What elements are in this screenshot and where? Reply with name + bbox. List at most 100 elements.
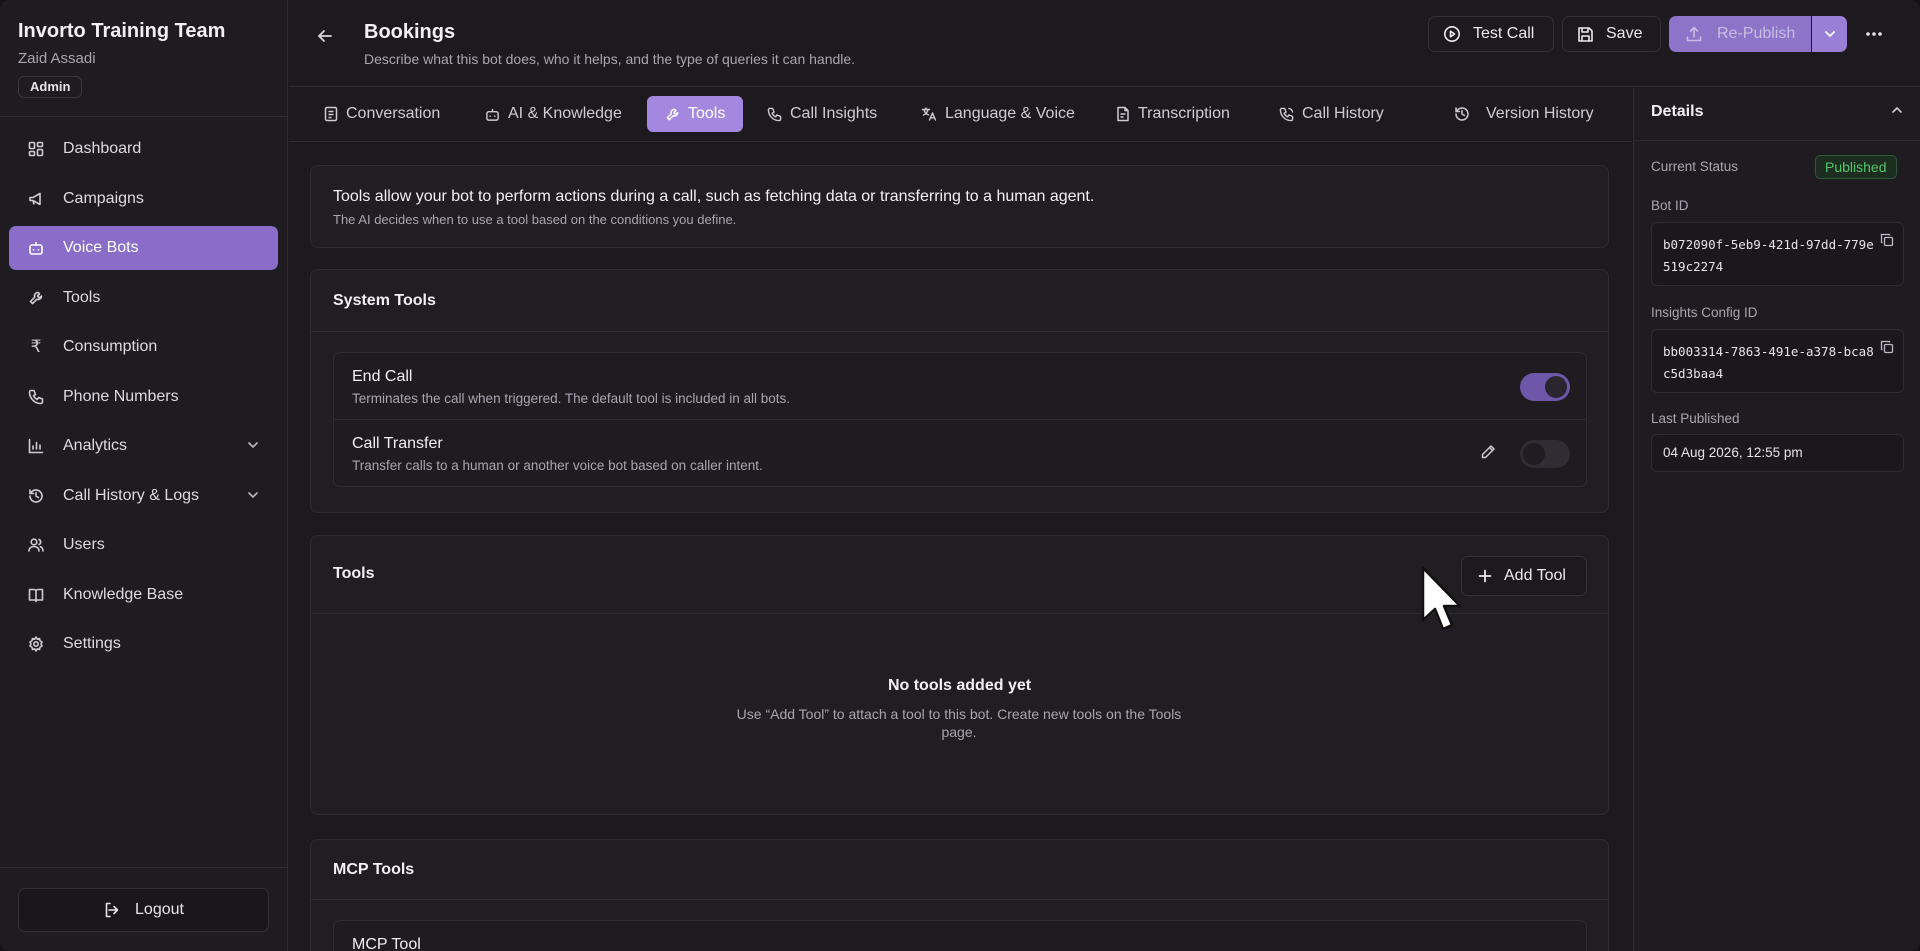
tab-conversation[interactable]: Conversation [324,96,440,132]
grid-icon [27,140,45,158]
save-button[interactable]: Save [1562,16,1661,52]
last-published-label: Last Published [1651,411,1740,426]
sidebar-item-label: Users [63,536,105,553]
sidebar-item-label: Consumption [63,338,158,355]
end-call-toggle[interactable] [1520,373,1570,401]
toggle-knob [1545,376,1567,398]
wrench-icon [665,107,680,122]
card-divider [311,899,1608,900]
sidebar-item-call-history-logs[interactable]: Call History & Logs [9,474,278,518]
status-label: Current Status [1651,159,1739,174]
sidebar-item-consumption[interactable]: ₹ Consumption [9,325,278,369]
toggle-knob [1523,443,1545,465]
edit-call-transfer-button[interactable] [1480,444,1496,460]
last-published-field: 04 Aug 2026, 12:55 pm [1651,434,1904,472]
sidebar-item-tools[interactable]: Tools [9,276,278,320]
sidebar-item-label: Campaigns [63,190,144,207]
mcp-tool-row: MCP Tool [333,920,1587,951]
tab-transcription[interactable]: Transcription [1116,96,1230,132]
chevron-down-icon [246,488,260,507]
more-options-button[interactable] [1862,22,1886,46]
pencil-icon [1481,445,1495,459]
sidebar-item-campaigns[interactable]: Campaigns [9,177,278,221]
megaphone-icon [27,190,45,208]
tool-description: Transfer calls to a human or another voi… [352,458,763,473]
users-icon [27,536,45,554]
last-published-value: 04 Aug 2026, 12:55 pm [1663,445,1803,460]
sidebar-item-settings[interactable]: Settings [9,622,278,666]
collapse-details-button[interactable] [1890,103,1904,117]
empty-state-title: No tools added yet [887,677,1032,694]
add-tool-button[interactable]: Add Tool [1461,556,1587,596]
save-label: Save [1606,25,1643,42]
card-divider [311,331,1608,332]
details-divider [1634,140,1920,141]
test-call-button[interactable]: Test Call [1428,16,1554,52]
mcp-tools-title: MCP Tools [333,861,415,878]
copy-icon [1880,233,1894,247]
sidebar-item-label: Knowledge Base [63,586,184,603]
tab-version-history[interactable]: Version History [1454,96,1594,132]
tab-call-insights[interactable]: Call Insights [767,96,877,132]
tab-label: Language & Voice [945,105,1075,122]
sidebar-item-voice-bots[interactable]: Voice Bots [9,226,278,270]
app-window: Invorto Training Team Zaid Assadi Admin … [0,0,1920,951]
page-title: Bookings [364,21,456,43]
tab-call-history[interactable]: Call History [1279,96,1384,132]
sidebar-item-label: Call History & Logs [63,487,200,504]
system-tool-row-call-transfer: Call Transfer Transfer calls to a human … [333,419,1587,487]
tab-language-voice[interactable]: Language & Voice [921,96,1075,132]
tab-tools[interactable]: Tools [647,96,744,132]
tool-name: Call Transfer [352,435,443,452]
sidebar-item-phone-numbers[interactable]: Phone Numbers [9,375,278,419]
call-transfer-toggle[interactable] [1520,440,1570,468]
document-icon [324,106,338,122]
insights-config-id-field: bb003314-7863-491e-a378-bca8c5d3baa4 [1651,329,1904,393]
bot-id-field: b072090f-5eb9-421d-97dd-779e519c2274 [1651,222,1904,286]
test-call-label: Test Call [1473,25,1535,42]
sidebar-item-analytics[interactable]: Analytics [9,424,278,468]
user-name: Zaid Assadi [18,50,96,67]
tool-name: End Call [352,368,413,385]
arrow-left-icon [318,30,332,42]
history-icon [1454,106,1470,122]
team-name: Invorto Training Team [18,20,226,42]
phone-icon [27,388,45,406]
tool-description: Terminates the call when triggered. The … [352,391,790,406]
sidebar: Invorto Training Team Zaid Assadi Admin … [0,0,288,951]
mouse-cursor-icon [1421,566,1462,631]
bot-id-value: b072090f-5eb9-421d-97dd-779e519c2274 [1663,237,1874,274]
sidebar-divider [0,116,288,117]
gear-icon [27,635,45,653]
republish-dropdown-button[interactable] [1812,16,1847,52]
tools-info-card: Tools allow your bot to perform actions … [310,165,1609,248]
play-circle-icon [1443,25,1461,43]
tab-ai-knowledge[interactable]: AI & Knowledge [485,96,622,132]
tab-label: Tools [688,105,726,122]
bot-id-label: Bot ID [1651,198,1689,213]
system-tool-row-end-call: End Call Terminates the call when trigge… [333,352,1587,420]
sidebar-divider [0,867,288,868]
phone-history-icon [1279,107,1294,122]
tab-label: AI & Knowledge [508,105,622,122]
role-badge: Admin [18,76,83,98]
back-button[interactable] [313,24,337,48]
tab-label: Call History [1302,105,1384,122]
sidebar-item-users[interactable]: Users [9,523,278,567]
wrench-icon [27,289,45,307]
system-tools-card: System Tools End Call Terminates the cal… [310,269,1609,513]
info-title: Tools allow your bot to perform actions … [333,188,1095,205]
copy-insights-config-id-button[interactable] [1880,340,1894,354]
logout-button[interactable]: Logout [18,888,269,932]
main-content: Tools allow your bot to perform actions … [289,143,1632,951]
tools-title: Tools [333,565,375,582]
empty-state-description: Use “Add Tool” to attach a tool to this … [736,706,1182,740]
bot-icon [27,239,45,257]
tab-label: Version History [1486,105,1594,122]
sidebar-item-dashboard[interactable]: Dashboard [9,127,278,171]
sidebar-item-knowledge-base[interactable]: Knowledge Base [9,573,278,617]
copy-icon [1880,340,1894,354]
copy-bot-id-button[interactable] [1880,233,1894,247]
details-panel: Details Current Status Published Bot ID … [1633,88,1920,951]
republish-button[interactable]: Re-Publish [1669,16,1811,52]
